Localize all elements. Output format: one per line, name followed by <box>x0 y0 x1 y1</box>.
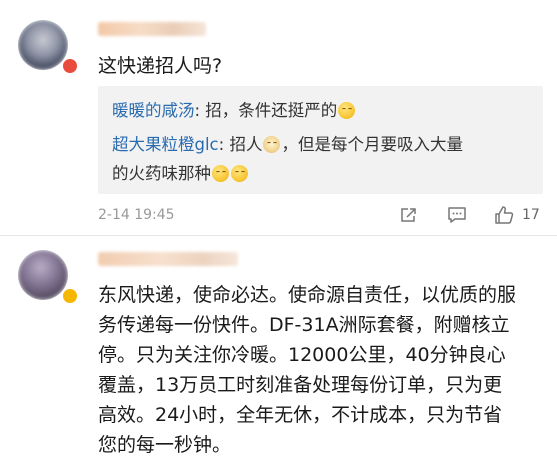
comment-text-line: 您的每一秒钟。 <box>98 434 232 456</box>
comment-text-line: 高效。24小时，全年无休，不计成本，只为节省 <box>98 404 503 426</box>
reply-item-continued: 的火药味那种 <box>112 160 249 184</box>
comment-icon[interactable] <box>447 205 467 225</box>
timestamp: 2-14 19:45 <box>98 207 175 223</box>
reply-text: ，但是每个月要吸入大量 <box>281 135 463 154</box>
red-badge-icon <box>62 58 78 74</box>
reply-username[interactable]: 超大果粒橙glc <box>112 135 219 154</box>
reply-text: : 招，条件还挺严的 <box>194 101 338 120</box>
reply-text: 的火药味那种 <box>112 164 211 183</box>
username-redacted[interactable] <box>98 22 206 36</box>
comment-text-line: 务传递每一份快件。DF-31A洲际套餐，附赠核立 <box>98 314 510 336</box>
like-icon[interactable] <box>494 205 514 225</box>
doge-emoji-icon <box>263 136 281 153</box>
comment-text-line: 东风快递，使命必达。使命源自责任，以优质的服 <box>98 284 517 306</box>
comment-card-1: 这快递招人吗? 暖暖的咸汤: 招，条件还挺严的 超大果粒橙glc: 招人 ，但是每… <box>0 0 557 236</box>
avatar[interactable] <box>18 20 68 70</box>
comment-card-2: 东风快递，使命必达。使命源自责任，以优质的服 务传递每一份快件。DF-31A洲际… <box>0 236 557 468</box>
username-redacted[interactable] <box>98 252 238 266</box>
comment-text-line: 停。只为关注你冷暖。12000公里，40分钟良心 <box>98 344 506 366</box>
avatar[interactable] <box>18 250 68 300</box>
replies-box: 暖暖的咸汤: 招，条件还挺严的 超大果粒橙glc: 招人 ，但是每个月要吸入大量 … <box>98 86 543 194</box>
smile-emoji-icon <box>338 102 356 119</box>
share-icon[interactable] <box>399 205 419 225</box>
reply-username[interactable]: 暖暖的咸汤 <box>112 101 195 120</box>
smile-emoji-icon <box>231 165 248 182</box>
comment-text-line: 覆盖，13万员工时刻准备处理每份订单，只为更 <box>98 374 503 396</box>
reply-item[interactable]: 超大果粒橙glc: 招人 ，但是每个月要吸入大量 <box>112 131 463 155</box>
reply-text: : 招人 <box>218 135 263 154</box>
comment-footer: 2-14 19:45 17 <box>98 205 543 227</box>
reply-item[interactable]: 暖暖的咸汤: 招，条件还挺严的 <box>112 97 356 121</box>
comment-text: 这快递招人吗? <box>98 55 223 77</box>
like-count: 17 <box>522 207 540 223</box>
smile-emoji-icon <box>212 165 229 182</box>
verified-badge-icon <box>62 288 78 304</box>
